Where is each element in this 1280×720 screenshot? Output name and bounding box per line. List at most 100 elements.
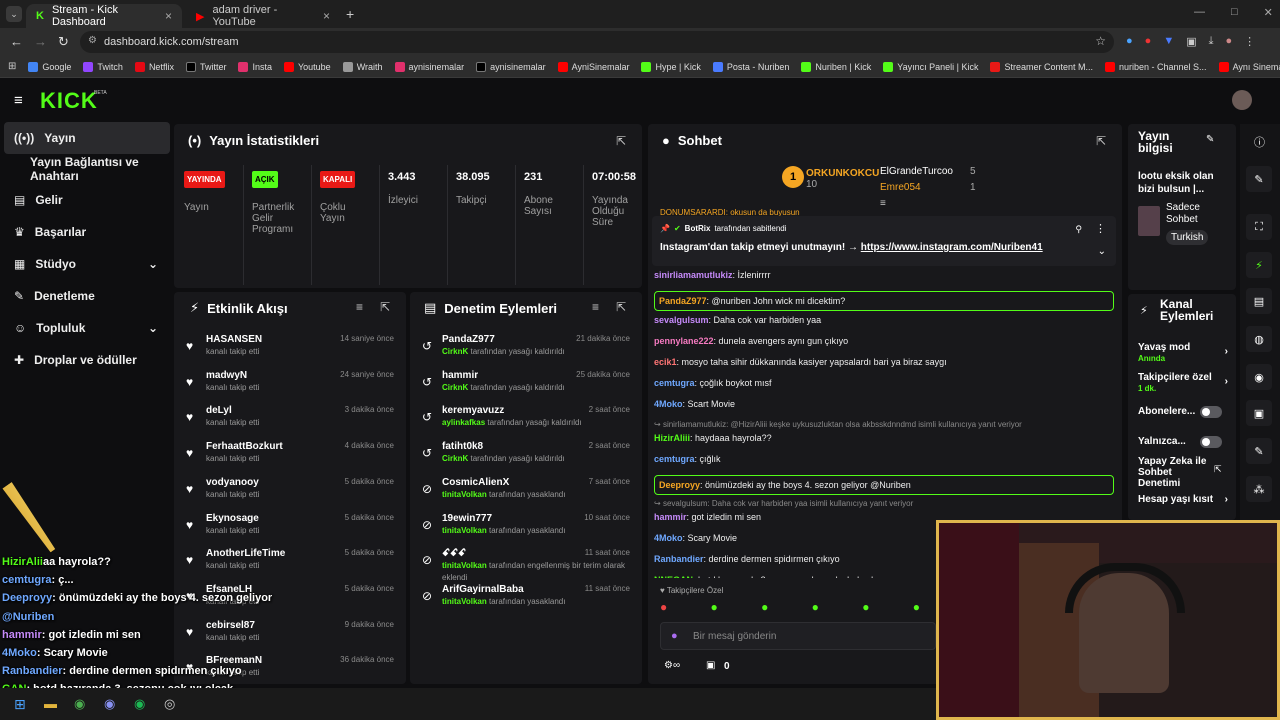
bookmark-star-icon[interactable]: ☆ xyxy=(1095,34,1106,48)
tab-search-button[interactable]: ⌄ xyxy=(6,6,22,22)
maximize-icon[interactable]: □ xyxy=(1231,6,1238,19)
windows-start-icon[interactable]: ⊞ xyxy=(14,696,26,713)
activity-username[interactable]: HASANSEN xyxy=(206,334,262,346)
moderation-row[interactable]: ↺ PandaZ977 CirknK tarafından yasağı kaldı… xyxy=(410,334,640,370)
chat-username[interactable]: Deeproyy xyxy=(659,480,700,490)
profile-icon[interactable]: ● xyxy=(1225,35,1232,48)
bookmark-item[interactable]: aynisinemalar xyxy=(394,61,464,72)
chat-username[interactable]: Ranbandier xyxy=(654,554,704,564)
chat-message[interactable]: ecik1: mosyo taha sihir dükkanında kasiy… xyxy=(654,357,1114,367)
bookmark-item[interactable]: Yayıncı Paneli | Kick xyxy=(883,61,978,72)
activity-row[interactable]: ♥ deLyl kanalı takip etti 3 dakika önce xyxy=(174,405,404,441)
chat-message[interactable]: HizirAliii: haydaaa hayrola?? xyxy=(654,433,1114,443)
bookmark-item[interactable]: Streamer Content M... xyxy=(990,61,1093,72)
moderator-name[interactable]: tinitaVolkan xyxy=(442,597,487,606)
moderation-row[interactable]: ⊘ CosmicAlienX tinitaVolkan tarafından yas… xyxy=(410,477,640,513)
spotify-icon[interactable]: ◉ xyxy=(134,696,145,712)
chat-message[interactable]: pennylane222: dunela avengers aynı gun ç… xyxy=(654,336,1114,346)
sidebar-item-drops[interactable]: ✚ Droplar ve ödüller xyxy=(4,344,170,376)
moderation-row[interactable]: ↺ hammir CirknK tarafından yasağı kaldırıl… xyxy=(410,370,640,406)
leaderboard-first[interactable]: ORKUNKOKCU 10 xyxy=(806,168,879,190)
extension-icon[interactable]: ● xyxy=(1145,35,1152,48)
apps-grid-icon[interactable]: ⊞ xyxy=(8,61,16,72)
extension-icon[interactable]: ▼ xyxy=(1163,35,1174,48)
chat-message[interactable]: Deeproyy: önümüzdeki ay the boys 4. sezo… xyxy=(654,475,1114,495)
activity-row[interactable]: ♥ Ekynosage kanalı takip etti 5 dakika önce xyxy=(174,513,404,549)
avatar[interactable] xyxy=(1232,90,1252,110)
chat-username[interactable]: PandaZ977 xyxy=(659,296,707,306)
popout-icon[interactable]: ⇱ xyxy=(380,300,390,314)
file-explorer-icon[interactable]: ▬ xyxy=(44,696,57,711)
sidebar-item-revenue[interactable]: ▤ Gelir xyxy=(4,184,170,216)
unpin-icon[interactable]: ⚲ xyxy=(1075,224,1082,235)
bookmark-item[interactable]: aynisinemalar xyxy=(476,61,546,72)
discord-icon[interactable]: ◉ xyxy=(104,696,115,712)
pinned-link[interactable]: https://www.instagram.com/Nuriben41 xyxy=(861,242,1043,253)
chat-username[interactable]: sevalgulsum xyxy=(654,315,709,325)
chat-username[interactable]: sinirliamamutlukiz xyxy=(654,270,733,280)
wrench-icon[interactable]: ✎ xyxy=(1246,438,1272,464)
chat-username[interactable]: 4Moko xyxy=(654,533,683,543)
filter-icon[interactable]: ≡ xyxy=(356,300,363,314)
sidebar-item-stream[interactable]: ((•)) Yayın xyxy=(4,122,170,154)
chat-message[interactable]: sinirliamamutlukiz: İzlenirrrr xyxy=(654,270,1114,280)
sidebar-item-moderation[interactable]: ✎ Denetleme xyxy=(4,280,170,312)
bookmark-item[interactable]: Wraith xyxy=(342,61,383,72)
activity-row[interactable]: ♥ FerhaattBozkurt kanalı takip etti 4 dakik… xyxy=(174,441,404,477)
close-window-icon[interactable]: ✕ xyxy=(1264,6,1273,19)
emote-icon[interactable]: ● xyxy=(812,600,819,616)
hamburger-menu-icon[interactable]: ≡ xyxy=(14,92,23,109)
back-icon[interactable]: ← xyxy=(10,34,23,49)
minimize-icon[interactable]: — xyxy=(1194,6,1205,19)
extension-icon[interactable]: ● xyxy=(1126,35,1133,48)
filter-icon[interactable]: ≡ xyxy=(592,300,599,314)
moderation-row[interactable]: ⊘ ArifGayirnalBaba tinitaVolkan tarafından… xyxy=(410,584,640,620)
emote-icon[interactable]: ● xyxy=(913,600,920,616)
kick-logo[interactable]: KICK xyxy=(40,88,98,114)
bookmark-item[interactable]: Insta xyxy=(238,61,272,72)
chat-username[interactable]: 4Moko xyxy=(654,399,683,409)
close-tab-icon[interactable]: × xyxy=(165,9,172,23)
activity-username[interactable]: vodyanooy xyxy=(206,477,259,489)
chat-username[interactable]: ecik1 xyxy=(654,357,677,367)
moderation-row[interactable]: ↺ keremyavuzz aylinkafkas tarafından yasağ… xyxy=(410,405,640,441)
chat-message[interactable]: PandaZ977: @nuriben John wick mi dicekti… xyxy=(654,291,1114,311)
microphone-icon[interactable]: ● xyxy=(671,630,678,642)
emote-icon[interactable]: ● xyxy=(862,600,869,616)
sidebar-item-stream-key[interactable]: Yayın Bağlantısı ve Anahtarı xyxy=(4,153,170,185)
info-icon[interactable]: ⓘ xyxy=(1254,134,1265,150)
bookmark-item[interactable]: Aynı Sinemalar - Ça... xyxy=(1218,61,1280,72)
followers-only-toggle[interactable]: Takipçilere özel 1 dk. › xyxy=(1138,372,1228,394)
emotes-only-toggle[interactable]: Yalnızca... xyxy=(1138,436,1228,448)
app-icon[interactable]: ◎ xyxy=(164,696,175,712)
chat-username[interactable]: cemtugra xyxy=(654,378,695,388)
emote-icon[interactable]: ● xyxy=(711,600,718,616)
subscribers-only-toggle[interactable]: Abonelere... xyxy=(1138,406,1228,418)
chrome-icon[interactable]: ◉ xyxy=(74,696,85,712)
bookmark-item[interactable]: AyniSinemalar xyxy=(557,61,629,72)
toggle-switch[interactable] xyxy=(1200,436,1222,448)
chat-username[interactable]: HizirAliii xyxy=(654,433,690,443)
info-card-icon[interactable]: ▣ xyxy=(1246,400,1272,426)
account-age-link[interactable]: Hesap yaşı kısıt › xyxy=(1138,494,1228,505)
community-icon[interactable]: ⁂ xyxy=(1246,476,1272,502)
bookmark-item[interactable]: Nuriben | Kick xyxy=(801,61,871,72)
bookmark-item[interactable]: Posta - Nuriben xyxy=(712,61,789,72)
fullscreen-icon[interactable]: ⛶ xyxy=(1246,214,1272,240)
edit-icon[interactable]: ✎ xyxy=(1246,166,1272,192)
broadcast-icon[interactable]: ◉ xyxy=(1246,364,1272,390)
activity-row[interactable]: ♥ vodyanooy kanalı takip etti 5 dakika önce xyxy=(174,477,404,513)
bookmark-item[interactable]: Google xyxy=(28,61,71,72)
address-bar[interactable]: ⚙ dashboard.kick.com/stream ☆ xyxy=(80,31,1114,53)
leaderboard-third[interactable]: Emre054 1 xyxy=(880,182,990,193)
chat-message[interactable]: cemtugra: çığlık xyxy=(654,454,1114,464)
activity-username[interactable]: Ekynosage xyxy=(206,513,259,525)
site-info-icon[interactable]: ⚙ xyxy=(88,35,97,46)
settings-icon[interactable]: ⚙∞ xyxy=(664,660,680,671)
close-tab-icon[interactable]: × xyxy=(323,9,330,23)
moderator-name[interactable]: CirknK xyxy=(442,347,468,356)
chat-username[interactable]: pennylane222 xyxy=(654,336,714,346)
chat-bubble-icon[interactable]: ◍ xyxy=(1246,326,1272,352)
moderation-row[interactable]: ↺ fatiht0k8 CirknK tarafından yasağı kaldı… xyxy=(410,441,640,477)
bookmark-item[interactable]: Youtube xyxy=(283,61,331,72)
